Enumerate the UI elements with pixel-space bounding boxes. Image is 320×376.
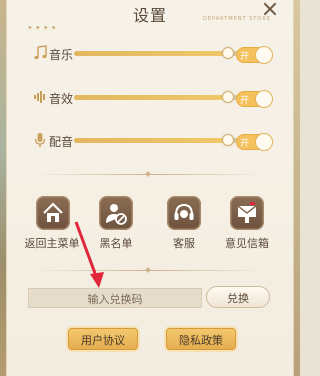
music-slider-knob[interactable] — [222, 47, 234, 59]
customer-service-button-label: 客服 — [173, 237, 195, 250]
voice-row: 配音 开 — [26, 131, 288, 151]
microphone-icon — [34, 133, 46, 147]
home-button[interactable] — [36, 196, 70, 230]
sound-effects-volume-slider[interactable] — [74, 91, 250, 103]
sound-effects-slider-knob[interactable] — [222, 91, 234, 103]
music-note-icon — [34, 45, 47, 60]
sound-wave-icon — [34, 91, 45, 103]
privacy-policy-label: 隐私政策 — [179, 334, 223, 347]
close-icon[interactable] — [261, 0, 279, 18]
music-row: 音乐 开 — [26, 44, 288, 64]
sound-effects-toggle-label: 开 — [240, 96, 250, 106]
voice-label: 配音 — [49, 135, 74, 149]
music-toggle-label: 开 — [240, 52, 250, 62]
redeem-code-placeholder: 输入兑换码 — [87, 293, 143, 306]
mailbox-icon — [237, 202, 257, 223]
voice-toggle[interactable]: 开 — [236, 133, 273, 151]
music-volume-slider[interactable] — [74, 47, 250, 59]
music-toggle[interactable]: 开 — [236, 46, 273, 64]
user-agreement-button[interactable]: 用户协议 — [68, 328, 138, 350]
feedback-mailbox-button-label: 意见信箱 — [225, 237, 269, 250]
sound-effects-toggle[interactable]: 开 — [236, 90, 273, 108]
sound-effects-row: 音效 开 — [26, 88, 288, 108]
divider-bottom — [34, 267, 266, 273]
feedback-mailbox-button[interactable] — [230, 196, 264, 230]
customer-service-button[interactable] — [167, 196, 201, 230]
voice-slider-knob[interactable] — [222, 134, 234, 146]
page-title: 设置 — [132, 6, 167, 25]
home-icon — [43, 202, 63, 222]
pointer-arrow-icon — [74, 221, 104, 288]
redeem-button[interactable]: 兑换 — [206, 286, 270, 308]
redeem-button-label: 兑换 — [227, 292, 249, 305]
voice-volume-slider[interactable] — [74, 134, 250, 146]
headset-icon — [174, 203, 194, 220]
music-label: 音乐 — [49, 48, 74, 62]
divider-top — [34, 171, 266, 177]
privacy-policy-button[interactable]: 隐私政策 — [166, 328, 236, 350]
redeem-code-input[interactable]: 输入兑换码 — [28, 288, 202, 308]
voice-toggle-label: 开 — [240, 139, 250, 149]
sound-effects-label: 音效 — [49, 92, 74, 106]
user-agreement-label: 用户协议 — [81, 334, 125, 347]
